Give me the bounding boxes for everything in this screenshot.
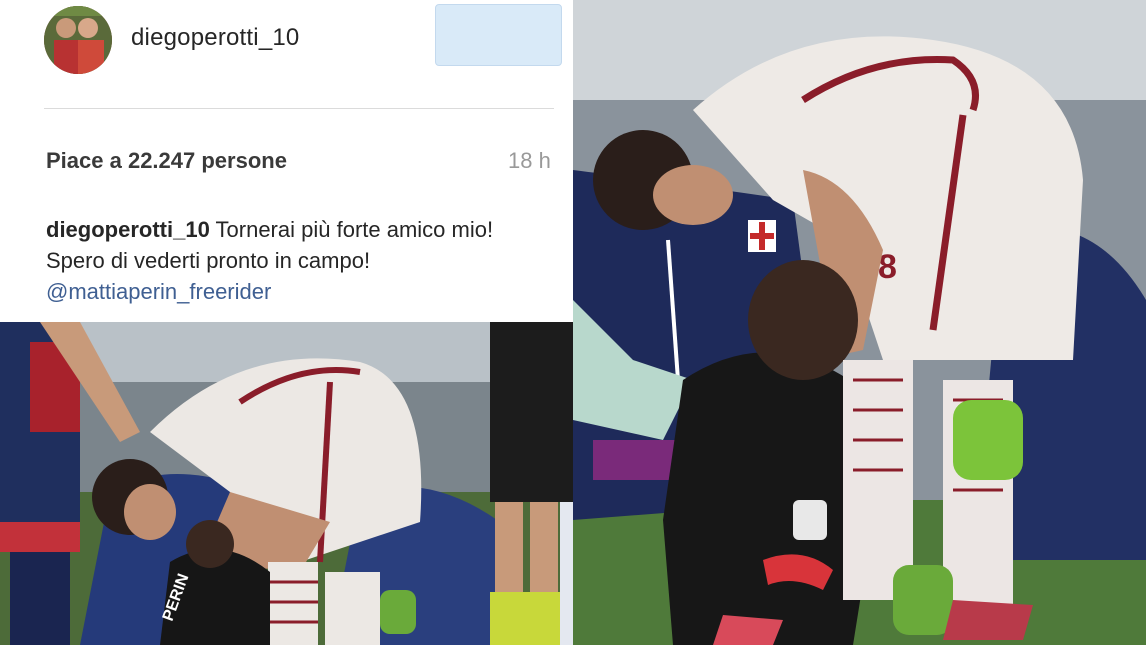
post-header: diegoperotti_10 bbox=[0, 0, 573, 100]
likes-count[interactable]: Piace a 22.247 persone bbox=[46, 148, 287, 174]
avatar-photo-icon bbox=[44, 6, 112, 74]
post-caption: diegoperotti_10 Tornerai più forte amico… bbox=[46, 214, 546, 307]
match-photo-left: PERIN bbox=[0, 322, 573, 645]
instagram-post-panel: diegoperotti_10 Piace a 22.247 persone 1… bbox=[0, 0, 573, 322]
caption-username[interactable]: diegoperotti_10 bbox=[46, 217, 210, 242]
post-timestamp: 18 h bbox=[508, 148, 551, 173]
avatar[interactable] bbox=[44, 6, 112, 74]
players-embrace-closeup-illustration: 8 bbox=[573, 0, 1146, 645]
players-embrace-illustration: PERIN bbox=[0, 322, 573, 645]
post-username[interactable]: diegoperotti_10 bbox=[131, 24, 299, 52]
match-photo-right: 8 bbox=[573, 0, 1146, 645]
collage: diegoperotti_10 Piace a 22.247 persone 1… bbox=[0, 0, 1146, 645]
header-divider bbox=[44, 108, 554, 109]
caption-mention-link[interactable]: @mattiaperin_freerider bbox=[46, 279, 271, 304]
follow-button[interactable] bbox=[435, 4, 562, 66]
